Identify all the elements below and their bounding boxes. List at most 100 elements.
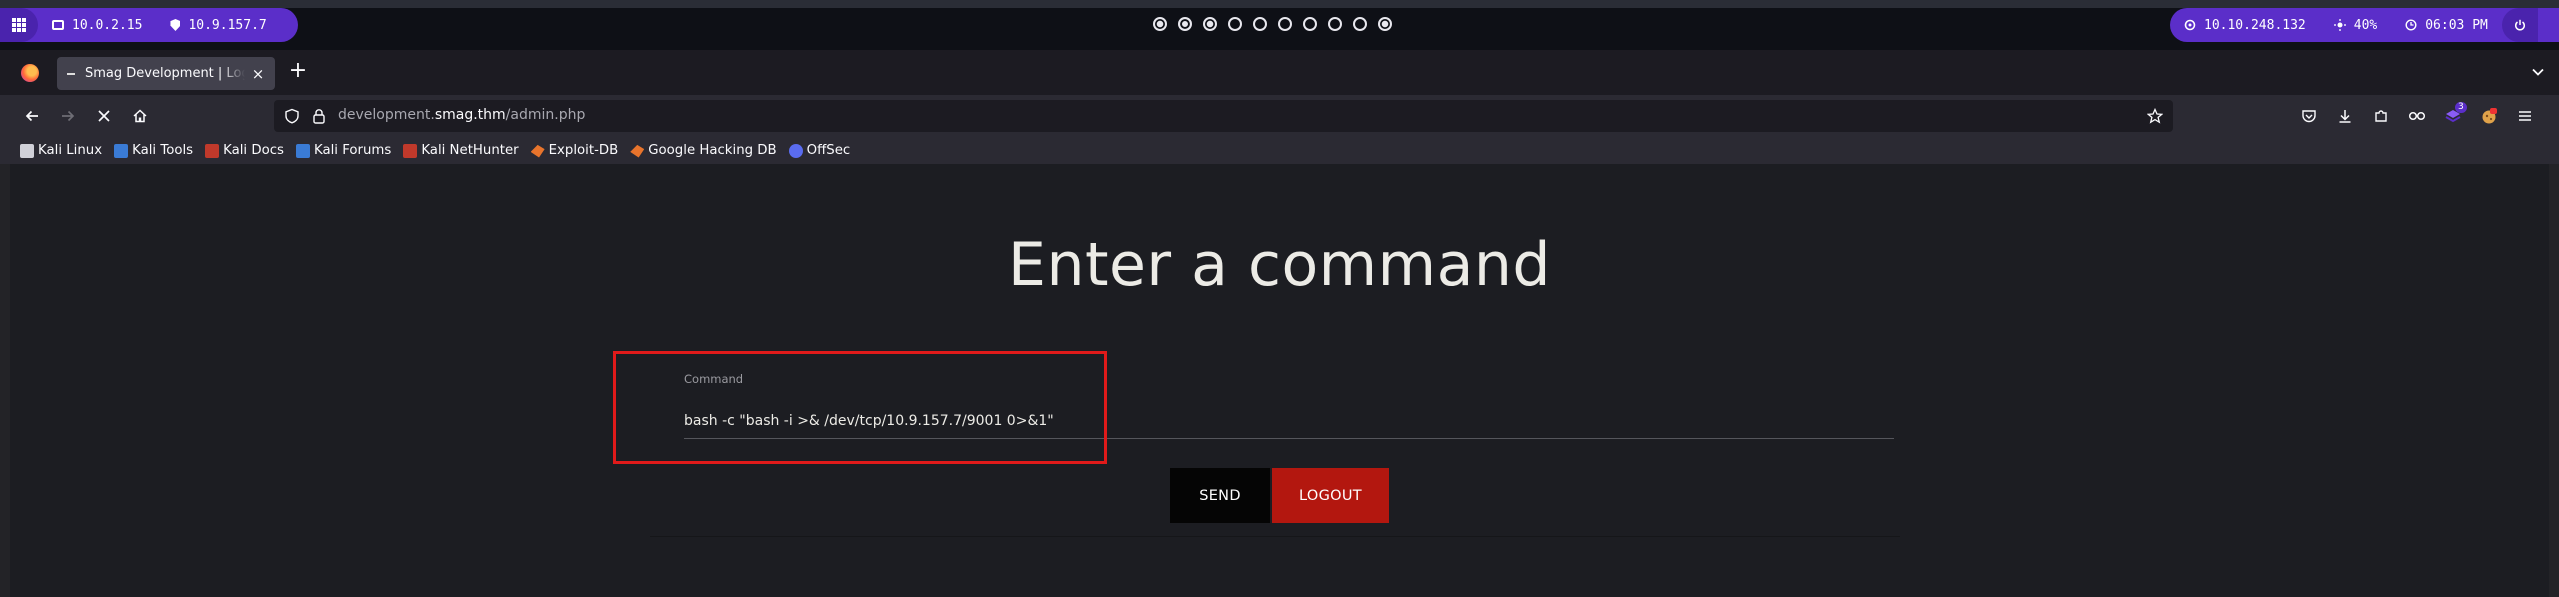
puzzle-icon xyxy=(2375,110,2387,122)
page-heading: Enter a command xyxy=(1008,230,1551,300)
navigation-toolbar: development.smag.thm/admin.php 3 xyxy=(0,95,2559,137)
bookmark-label: Kali Tools xyxy=(132,143,194,158)
bookmark-kali-nethunter[interactable]: Kali NetHunter xyxy=(403,143,519,158)
arrow-left-icon xyxy=(25,110,38,122)
workspace-4-button[interactable] xyxy=(1228,17,1242,31)
extension-badge: 3 xyxy=(2455,102,2467,113)
panel-right-pill: 10.10.248.132 40% 06:03 PM xyxy=(2170,8,2559,42)
shield-icon[interactable] xyxy=(284,108,300,124)
clock-text: 06:03 PM xyxy=(2425,17,2488,33)
app-menu-button[interactable] xyxy=(2511,102,2539,130)
extension-purple-button[interactable]: 3 xyxy=(2439,102,2467,130)
clock-icon xyxy=(2405,19,2417,31)
bookmark-label: OffSec xyxy=(806,143,851,158)
vpn-ip-indicator[interactable]: 10.9.157.7 xyxy=(156,8,280,42)
foxyproxy-button[interactable] xyxy=(2403,102,2431,130)
page-content: Enter a command Command SEND LOGOUT xyxy=(10,164,2549,597)
kali-forums-icon xyxy=(295,143,310,158)
bookmark-label: Google Hacking DB xyxy=(648,143,777,158)
shield-icon xyxy=(170,19,181,31)
profile-extension-button[interactable] xyxy=(2475,102,2503,130)
bookmark-kali-tools[interactable]: Kali Tools xyxy=(114,143,193,158)
pocket-button[interactable] xyxy=(2295,102,2323,130)
browser-tab-bar: Smag Development | Login × + xyxy=(0,50,2559,95)
page-viewport: Enter a command Command SEND LOGOUT xyxy=(0,164,2559,597)
target-ip-indicator[interactable]: 10.10.248.132 xyxy=(2170,8,2320,42)
bookmark-exploit-db[interactable]: Exploit-DB xyxy=(530,143,618,158)
forward-button[interactable] xyxy=(54,102,82,130)
exploit-db-icon xyxy=(530,144,545,158)
panel-left-pill: 10.0.2.15 10.9.157.7 xyxy=(0,8,298,42)
red-highlight-annotation xyxy=(613,351,1107,464)
kali-tools-icon xyxy=(114,143,129,158)
page-right-gutter xyxy=(2549,164,2559,597)
extensions-button[interactable] xyxy=(2367,102,2395,130)
local-ip-indicator[interactable]: 10.0.2.15 xyxy=(38,8,156,42)
chevron-down-icon xyxy=(2532,68,2544,76)
panel-top-strip xyxy=(0,0,2559,8)
bookmarks-bar: Kali Linux Kali Tools Kali Docs Kali Forums… xyxy=(0,137,2559,164)
brightness-icon xyxy=(2333,19,2346,31)
workspace-3-button[interactable] xyxy=(1203,17,1217,31)
clock-indicator[interactable]: 06:03 PM xyxy=(2391,8,2502,42)
downloads-button[interactable] xyxy=(2331,102,2359,130)
bookmark-google-hacking-db[interactable]: Google Hacking DB xyxy=(630,143,777,158)
bookmark-kali-forums[interactable]: Kali Forums xyxy=(295,143,391,158)
list-all-tabs-button[interactable] xyxy=(2531,64,2545,78)
workspace-8-button[interactable] xyxy=(1328,17,1342,31)
logout-button[interactable]: LOGOUT xyxy=(1272,468,1389,523)
system-panel: 10.0.2.15 10.9.157.7 10.10.248.132 40% 0… xyxy=(0,0,2559,50)
url-host: smag.thm xyxy=(434,107,506,123)
apps-grid-icon xyxy=(12,18,26,32)
glasses-icon xyxy=(2408,111,2426,121)
close-icon xyxy=(98,110,110,122)
tab-favicon-icon xyxy=(67,72,75,75)
send-button[interactable]: SEND xyxy=(1170,468,1270,523)
url-subdomain: development. xyxy=(338,107,435,123)
home-icon xyxy=(133,109,147,123)
cookie-icon xyxy=(2482,108,2497,124)
bookmark-label: Kali Docs xyxy=(223,143,284,158)
url-text[interactable]: development.smag.thm/admin.php xyxy=(338,107,585,123)
tab-close-icon[interactable]: × xyxy=(251,65,265,83)
new-tab-button[interactable]: + xyxy=(288,60,308,82)
tab-smag-development[interactable]: Smag Development | Login × xyxy=(57,57,275,90)
stop-loading-button[interactable] xyxy=(90,102,118,130)
bookmark-kali-linux[interactable]: Kali Linux xyxy=(20,143,102,158)
bookmark-label: Kali NetHunter xyxy=(421,143,519,158)
target-ip-text: 10.10.248.132 xyxy=(2204,17,2306,33)
url-bar[interactable]: development.smag.thm/admin.php xyxy=(274,100,2173,132)
nethunter-icon xyxy=(403,143,418,158)
pocket-icon xyxy=(2302,110,2316,123)
bookmark-offsec[interactable]: OffSec xyxy=(788,143,851,158)
back-button[interactable] xyxy=(18,102,46,130)
home-button[interactable] xyxy=(126,102,154,130)
power-icon xyxy=(2514,19,2525,31)
url-path: /admin.php xyxy=(505,107,586,123)
monitor-icon xyxy=(52,20,64,30)
hamburger-icon xyxy=(2519,111,2531,121)
vpn-ip-text: 10.9.157.7 xyxy=(188,17,267,33)
bookmark-label: Kali Linux xyxy=(38,143,103,158)
workspace-switcher xyxy=(1153,17,1392,31)
arrow-right-icon xyxy=(62,110,75,122)
power-button[interactable] xyxy=(2501,8,2538,42)
workspace-2-button[interactable] xyxy=(1178,17,1192,31)
apps-menu-button[interactable] xyxy=(0,8,38,42)
workspace-1-button[interactable] xyxy=(1153,17,1167,31)
tab-title: Smag Development | Login xyxy=(85,66,245,81)
offsec-icon xyxy=(788,143,803,158)
workspace-6-button[interactable] xyxy=(1278,17,1292,31)
firefox-logo-icon xyxy=(21,64,39,82)
kali-docs-icon xyxy=(205,143,220,158)
download-icon xyxy=(2339,110,2351,123)
workspace-5-button[interactable] xyxy=(1253,17,1267,31)
bookmark-kali-docs[interactable]: Kali Docs xyxy=(205,143,284,158)
local-ip-text: 10.0.2.15 xyxy=(72,17,143,33)
workspace-10-button[interactable] xyxy=(1378,17,1392,31)
lock-icon[interactable] xyxy=(312,108,326,124)
volume-indicator[interactable]: 40% xyxy=(2320,8,2391,42)
bookmark-star-icon[interactable] xyxy=(2147,108,2163,124)
workspace-7-button[interactable] xyxy=(1303,17,1317,31)
workspace-9-button[interactable] xyxy=(1353,17,1367,31)
